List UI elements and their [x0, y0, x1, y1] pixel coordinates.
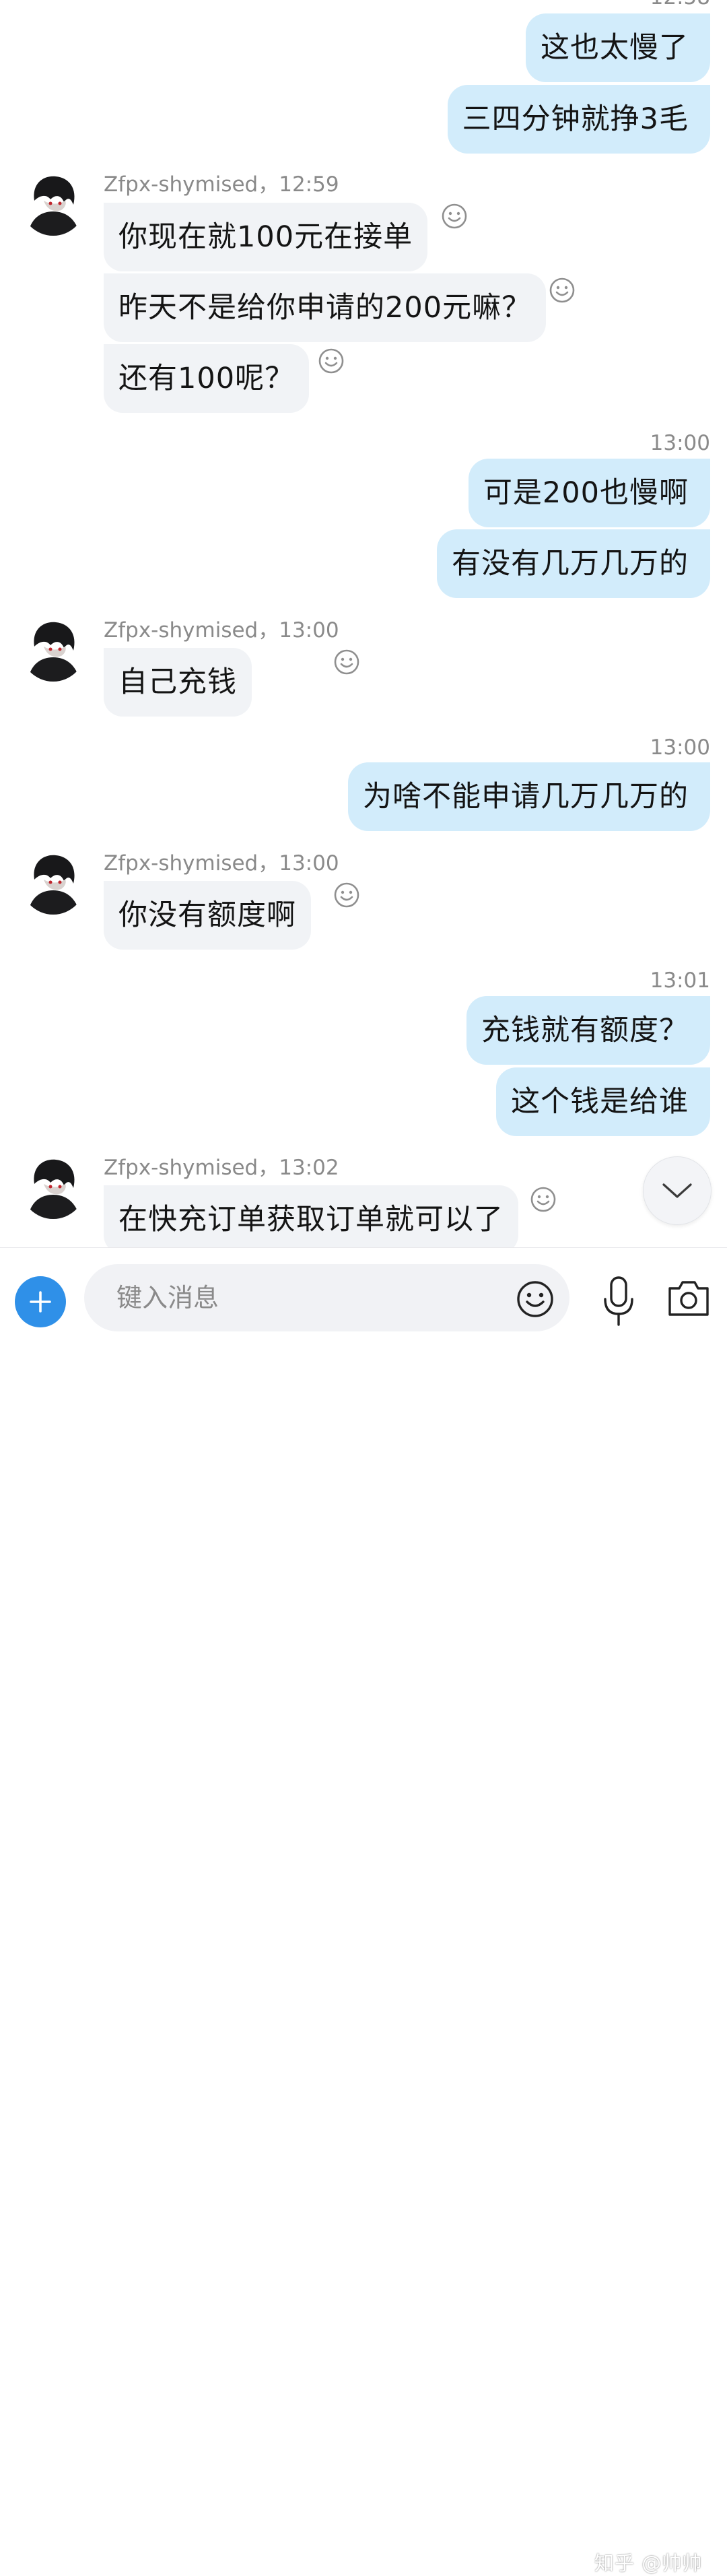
avatar-image — [21, 850, 85, 915]
avatar-image — [21, 1154, 85, 1219]
contact-avatar[interactable] — [21, 617, 85, 682]
add-attachment-button[interactable] — [15, 1276, 66, 1327]
emoji-icon[interactable] — [516, 1280, 555, 1319]
message-composer: 键入消息 知乎 @帅帅 — [0, 1247, 727, 2575]
timestamp: 13:01 — [650, 968, 710, 993]
received-message-bubble[interactable]: 还有100呢？ — [104, 344, 310, 413]
received-message-bubble[interactable]: 在快充订单获取订单就可以了 — [104, 1185, 518, 1247]
sent-message-bubble[interactable]: 这也太慢了 — [526, 13, 710, 82]
react-smile-icon[interactable] — [318, 348, 345, 374]
avatar-image — [21, 171, 85, 236]
chat-message-list[interactable]: 12:58 这也太慢了 三四分钟就挣3毛 Zfpx-shymised，12:59… — [0, 0, 727, 1247]
received-message-bubble[interactable]: 你现在就100元在接单 — [104, 203, 428, 271]
react-smile-icon[interactable] — [333, 649, 360, 675]
camera-icon[interactable] — [666, 1278, 711, 1318]
received-message-bubble[interactable]: 你没有额度啊 — [104, 881, 311, 950]
timestamp: 13:00 — [650, 735, 710, 760]
timestamp: 13:00 — [650, 431, 710, 455]
sender-name-time: Zfpx-shymised，13:00 — [104, 851, 339, 876]
contact-avatar[interactable] — [21, 850, 85, 915]
react-smile-icon[interactable] — [333, 882, 360, 909]
watermark: 知乎 @帅帅 — [594, 2552, 703, 2575]
timestamp: 12:58 — [650, 0, 710, 9]
react-smile-icon[interactable] — [549, 277, 576, 304]
received-message-bubble[interactable]: 自己充钱 — [104, 648, 252, 717]
react-smile-icon[interactable] — [441, 203, 468, 230]
contact-avatar[interactable] — [21, 171, 85, 236]
received-message-bubble[interactable]: 昨天不是给你申请的200元嘛？ — [104, 273, 547, 342]
sent-message-bubble[interactable]: 充钱就有额度？ — [466, 996, 710, 1065]
scroll-to-bottom-button[interactable] — [643, 1156, 712, 1225]
sent-message-bubble[interactable]: 这个钱是给谁 — [496, 1067, 710, 1136]
contact-avatar[interactable] — [21, 1154, 85, 1219]
react-smile-icon[interactable] — [530, 1186, 557, 1213]
sender-name-time: Zfpx-shymised，13:00 — [104, 618, 339, 642]
sent-message-bubble[interactable]: 可是200也慢啊 — [468, 459, 710, 527]
message-input[interactable]: 键入消息 — [84, 1264, 569, 1331]
sent-message-bubble[interactable]: 三四分钟就挣3毛 — [447, 85, 710, 154]
sent-message-bubble[interactable]: 有没有几万几万的 — [437, 529, 710, 598]
chevron-down-icon — [662, 1183, 692, 1198]
microphone-icon[interactable] — [601, 1275, 636, 1329]
avatar-image — [21, 617, 85, 682]
sender-name-time: Zfpx-shymised，12:59 — [104, 172, 339, 197]
sent-message-bubble[interactable]: 为啥不能申请几万几万的 — [348, 762, 710, 831]
plus-icon — [30, 1291, 51, 1313]
message-input-placeholder: 键入消息 — [116, 1283, 219, 1313]
sender-name-time: Zfpx-shymised，13:02 — [104, 1156, 339, 1180]
